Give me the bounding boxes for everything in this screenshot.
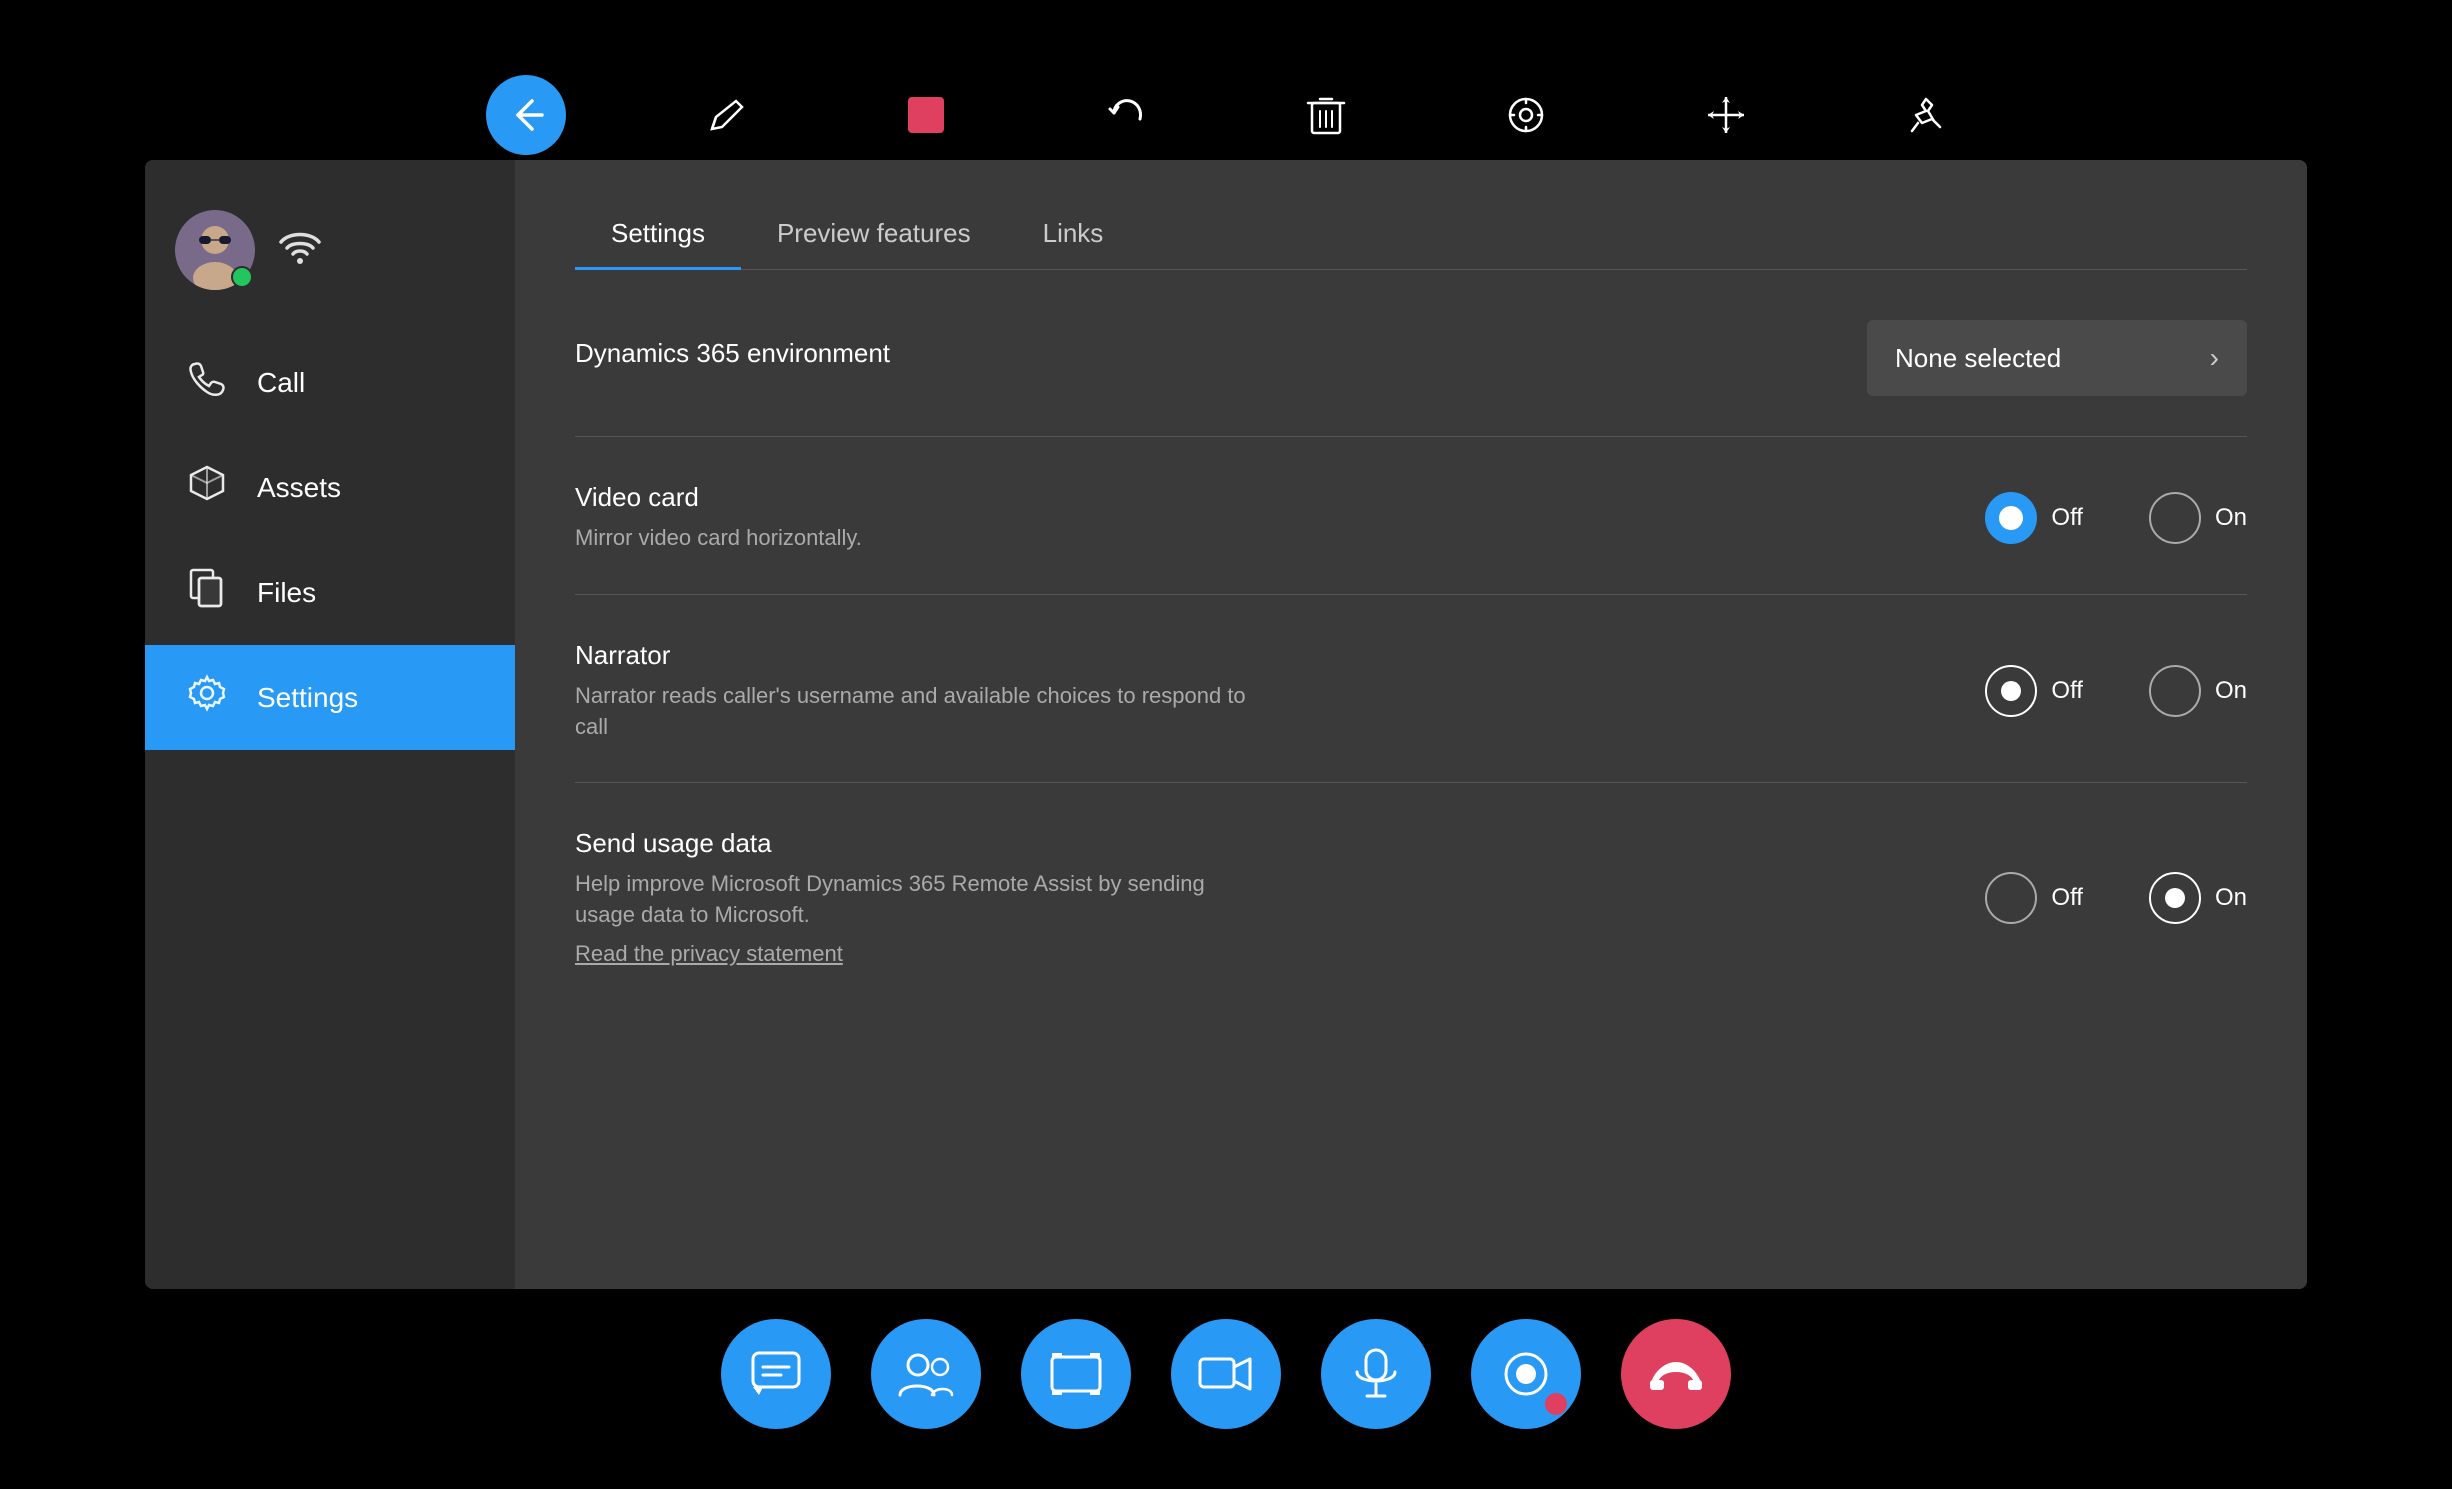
sidebar-item-settings-label: Settings	[257, 682, 358, 714]
bottom-toolbar	[0, 1319, 2452, 1429]
pin-button[interactable]	[1886, 75, 1966, 155]
privacy-link[interactable]: Read the privacy statement	[575, 941, 1985, 967]
sidebar-item-files-label: Files	[257, 577, 316, 609]
narrator-on-radio[interactable]	[2149, 665, 2201, 717]
video-card-label: Video card Mirror video card horizontall…	[575, 482, 1985, 554]
narrator-off-radio[interactable]	[1985, 665, 2037, 717]
narrator-off-label: Off	[2051, 677, 2083, 705]
end-call-button[interactable]	[1621, 1319, 1731, 1429]
send-usage-row: Send usage data Help improve Microsoft D…	[575, 828, 2247, 1007]
narrator-row: Narrator Narrator reads caller's usernam…	[575, 640, 2247, 784]
chat-button[interactable]	[721, 1319, 831, 1429]
video-card-off-option[interactable]: Off	[1985, 492, 2083, 544]
narrator-on-option[interactable]: On	[2149, 665, 2247, 717]
sidebar-item-call[interactable]: Call	[145, 330, 515, 435]
sidebar-item-files[interactable]: Files	[145, 540, 515, 645]
send-usage-off-option[interactable]: Off	[1985, 872, 2083, 924]
tabs: Settings Preview features Links	[575, 200, 2247, 270]
sidebar-item-assets[interactable]: Assets	[145, 435, 515, 540]
video-button[interactable]	[1171, 1319, 1281, 1429]
send-usage-on-radio[interactable]	[2149, 872, 2201, 924]
video-card-off-radio[interactable]	[1985, 492, 2037, 544]
top-toolbar	[0, 60, 2452, 170]
environment-dropdown[interactable]: None selected ›	[1867, 320, 2247, 396]
online-indicator	[231, 266, 253, 288]
wifi-icon	[275, 226, 325, 275]
target-button[interactable]	[1486, 75, 1566, 155]
sidebar-item-settings[interactable]: Settings	[145, 645, 515, 750]
undo-button[interactable]	[1086, 75, 1166, 155]
video-card-on-option[interactable]: On	[2149, 492, 2247, 544]
tab-preview[interactable]: Preview features	[741, 200, 1007, 270]
sidebar: Call Assets	[145, 160, 515, 1289]
send-usage-on-label: On	[2215, 884, 2247, 912]
participants-button[interactable]	[871, 1319, 981, 1429]
send-usage-radio-group: Off On	[1985, 872, 2247, 924]
send-usage-off-radio[interactable]	[1985, 872, 2037, 924]
send-usage-label: Send usage data Help improve Microsoft D…	[575, 828, 1985, 967]
video-card-off-label: Off	[2051, 504, 2083, 532]
video-card-on-radio[interactable]	[2149, 492, 2201, 544]
video-card-on-label: On	[2215, 504, 2247, 532]
main-panel: Call Assets	[145, 160, 2307, 1289]
narrator-off-option[interactable]: Off	[1985, 665, 2083, 717]
environment-label: Dynamics 365 environment	[575, 338, 1867, 379]
avatar	[175, 210, 255, 290]
environment-row: Dynamics 365 environment None selected ›	[575, 320, 2247, 437]
sidebar-item-assets-label: Assets	[257, 472, 341, 504]
send-usage-off-label: Off	[2051, 884, 2083, 912]
sidebar-profile	[145, 190, 515, 330]
tab-settings[interactable]: Settings	[575, 200, 741, 270]
content-area: Settings Preview features Links Dynamics…	[515, 160, 2307, 1289]
nav-items: Call Assets	[145, 330, 515, 1289]
narrator-on-label: On	[2215, 677, 2247, 705]
send-usage-on-option[interactable]: On	[2149, 872, 2247, 924]
call-icon	[185, 358, 229, 407]
trash-button[interactable]	[1286, 75, 1366, 155]
settings-icon	[185, 673, 229, 722]
video-card-radio-group: Off On	[1985, 492, 2247, 544]
chevron-right-icon: ›	[2210, 342, 2219, 374]
tab-links[interactable]: Links	[1007, 200, 1140, 270]
assets-icon	[185, 463, 229, 512]
move-button[interactable]	[1686, 75, 1766, 155]
record-button[interactable]	[1471, 1319, 1581, 1429]
back-button[interactable]	[486, 75, 566, 155]
screenshot-button[interactable]	[1021, 1319, 1131, 1429]
files-icon	[185, 568, 229, 617]
narrator-label: Narrator Narrator reads caller's usernam…	[575, 640, 1985, 743]
settings-section: Dynamics 365 environment None selected ›…	[575, 320, 2247, 1007]
video-card-row: Video card Mirror video card horizontall…	[575, 482, 2247, 595]
pen-button[interactable]	[686, 75, 766, 155]
stop-button[interactable]	[886, 75, 966, 155]
narrator-radio-group: Off On	[1985, 665, 2247, 717]
mic-button[interactable]	[1321, 1319, 1431, 1429]
sidebar-item-call-label: Call	[257, 367, 305, 399]
